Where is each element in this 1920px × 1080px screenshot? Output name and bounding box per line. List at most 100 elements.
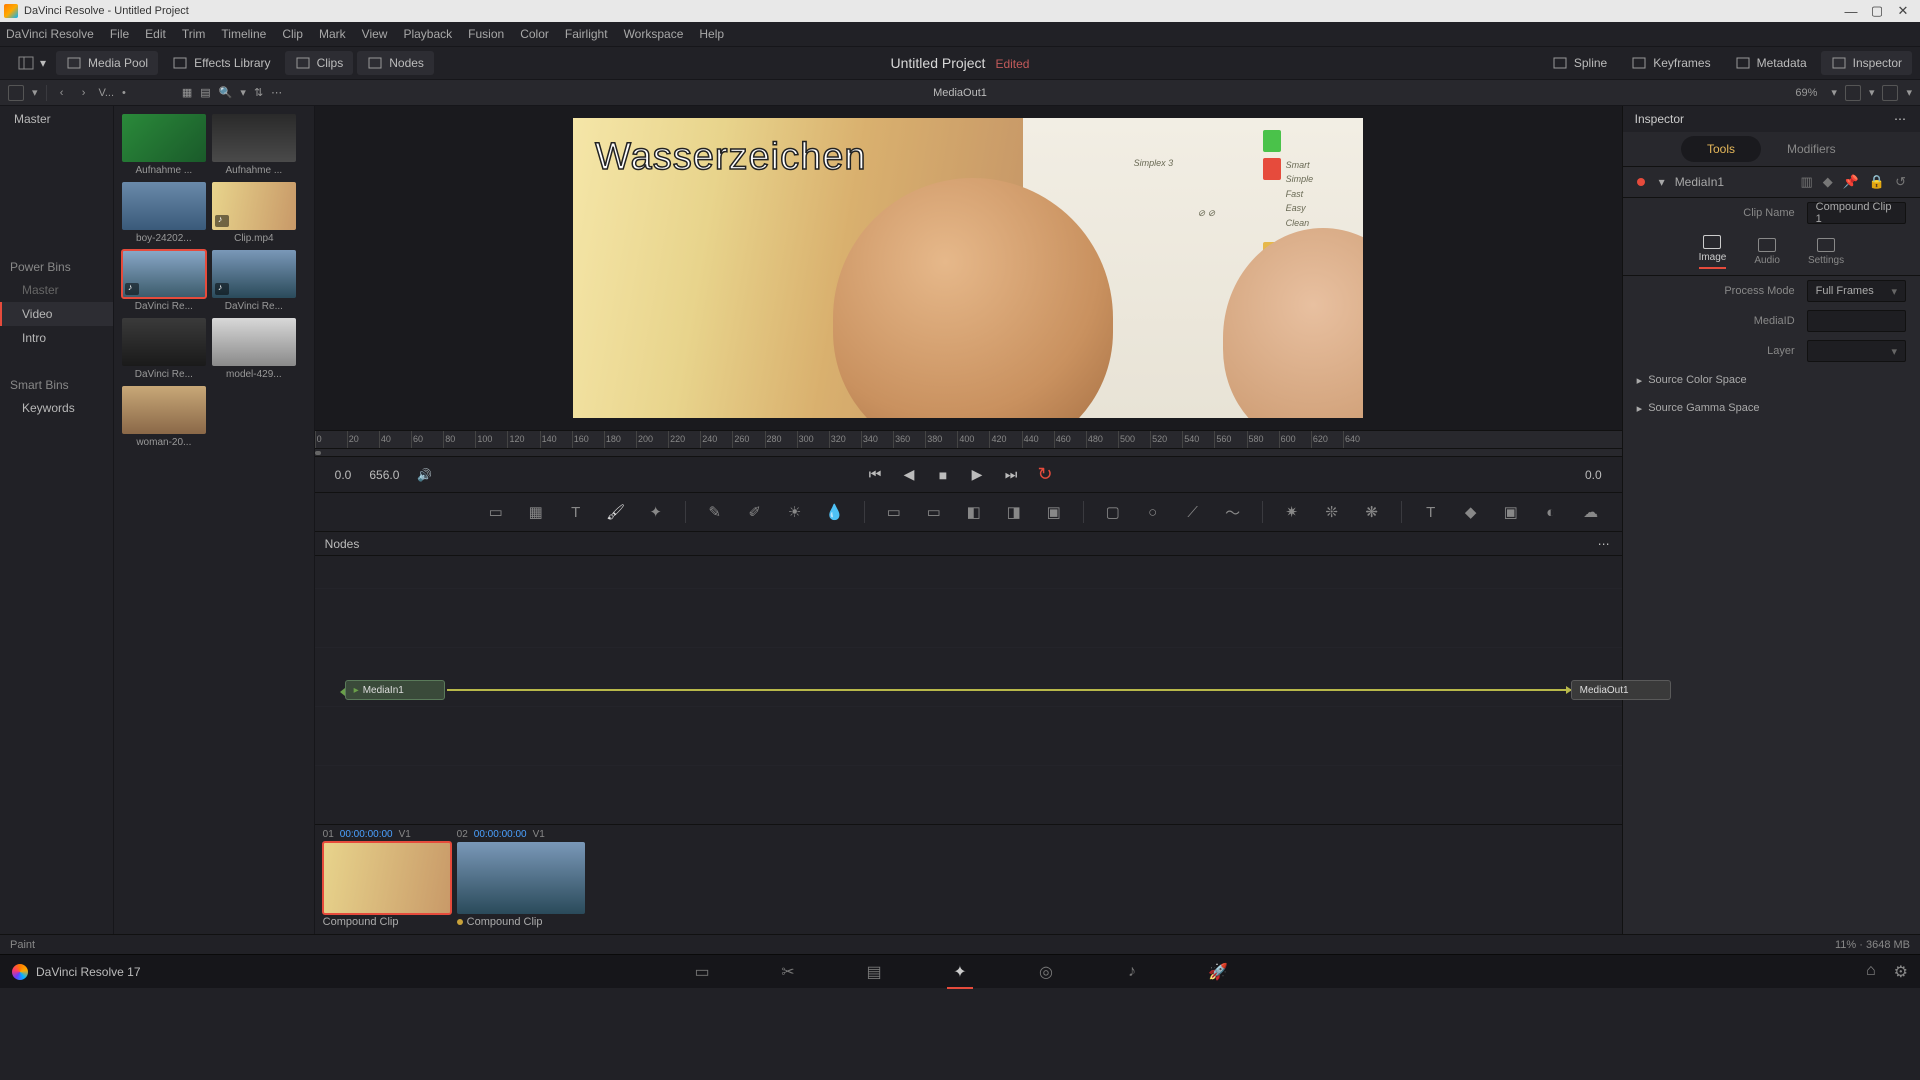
menu-help[interactable]: Help — [699, 27, 724, 41]
resize-tool-icon[interactable]: ◨ — [1003, 501, 1025, 523]
power-bin-item[interactable]: Video — [0, 302, 113, 326]
keyframe-icon[interactable]: ◆ — [1823, 174, 1833, 190]
viewer-split-icon[interactable] — [1882, 85, 1898, 101]
sort-icon[interactable]: ⇅ — [254, 86, 263, 99]
inspector-button[interactable]: Inspector — [1821, 51, 1912, 75]
crop-tool-icon[interactable]: ▣ — [1043, 501, 1065, 523]
fusion-page-icon[interactable]: ✦ — [947, 961, 973, 983]
inspector-subtab-settings[interactable]: Settings — [1808, 238, 1844, 266]
node-enable-dot[interactable] — [1637, 178, 1645, 186]
deliver-page-icon[interactable]: 🚀 — [1205, 961, 1231, 983]
color-page-icon[interactable]: ◎ — [1033, 961, 1059, 983]
play-button[interactable]: ▶ — [967, 465, 987, 485]
text-tool-icon[interactable]: T — [565, 501, 587, 523]
node-mediaout[interactable]: MediaOut1 — [1571, 680, 1671, 700]
timeline-clip[interactable]: 0200:00:00:00V1Compound Clip — [457, 829, 585, 928]
time-slider[interactable] — [315, 448, 1622, 456]
menu-davinci-resolve[interactable]: DaVinci Resolve — [6, 27, 94, 41]
media-thumb[interactable]: woman-20... — [122, 386, 206, 448]
3d-light-tool-icon[interactable]: ◐ — [1540, 501, 1562, 523]
inspector-field-process-mode[interactable]: Full Frames▾ — [1807, 280, 1906, 302]
menu-clip[interactable]: Clip — [282, 27, 303, 41]
prender-tool-icon[interactable]: ❊ — [1321, 501, 1343, 523]
nav-back-button[interactable]: ‹ — [55, 87, 69, 99]
3d-shape-tool-icon[interactable]: ◆ — [1460, 501, 1482, 523]
pin-icon[interactable]: 📌 — [1843, 174, 1859, 190]
versions-icon[interactable]: ▥ — [1800, 174, 1812, 190]
media-thumb[interactable]: model-429... — [212, 318, 296, 380]
transform-tool-icon[interactable]: ▭ — [923, 501, 945, 523]
home-icon[interactable]: ⌂ — [1866, 962, 1876, 982]
search-icon[interactable]: 🔍 — [219, 86, 233, 99]
menu-workspace[interactable]: Workspace — [624, 27, 684, 41]
clips-button[interactable]: Clips — [285, 51, 354, 75]
bspline-mask-icon[interactable]: 〜 — [1222, 501, 1244, 523]
viewer-frame[interactable]: Simplex 3 ⊘ ⊘ SmartSimpleFastEasyClean W… — [315, 106, 1622, 430]
menu-trim[interactable]: Trim — [182, 27, 206, 41]
effects-button[interactable]: Effects Library — [162, 51, 280, 75]
master-bin[interactable]: Master — [0, 106, 113, 132]
media-thumb[interactable]: DaVinci Re... — [212, 250, 296, 312]
thumb-view-icon[interactable]: ▤ — [200, 86, 210, 99]
ellipse-mask-icon[interactable]: ○ — [1142, 501, 1164, 523]
viewer-layout-icon[interactable] — [1845, 85, 1861, 101]
inspector-tab-tools[interactable]: Tools — [1681, 136, 1761, 162]
media-page-icon[interactable]: ▭ — [689, 961, 715, 983]
media-thumb[interactable]: boy-24202... — [122, 182, 206, 244]
inspector-section-source-gamma-space[interactable]: ▸Source Gamma Space — [1623, 394, 1920, 422]
particles-tool-icon[interactable]: ✷ — [1281, 501, 1303, 523]
list-view-icon[interactable]: ▦ — [182, 86, 192, 99]
media-thumb[interactable]: DaVinci Re... — [122, 318, 206, 380]
media-thumb[interactable]: Clip.mp4 — [212, 182, 296, 244]
3d-text-tool-icon[interactable]: T — [1420, 501, 1442, 523]
nodes-menu-icon[interactable]: ⋯ — [1598, 537, 1612, 551]
timeline-clip[interactable]: 0100:00:00:00V1Compound Clip — [323, 829, 451, 928]
inspector-tab-modifiers[interactable]: Modifiers — [1761, 136, 1862, 162]
goto-first-button[interactable]: ⏮ — [865, 465, 885, 485]
window-maximize-button[interactable]: ▢ — [1864, 2, 1890, 20]
channel-tool-icon[interactable]: ✐ — [744, 501, 766, 523]
cut-page-icon[interactable]: ✂ — [775, 961, 801, 983]
menu-fusion[interactable]: Fusion — [468, 27, 504, 41]
mute-icon[interactable]: 🔊 — [417, 468, 432, 482]
layout-dropdown[interactable]: ▾ — [8, 51, 56, 75]
menu-fairlight[interactable]: Fairlight — [565, 27, 608, 41]
goto-last-button[interactable]: ⏭ — [1001, 465, 1021, 485]
node-mediain[interactable]: ▸MediaIn1 — [345, 680, 445, 700]
menu-playback[interactable]: Playback — [403, 27, 452, 41]
blur-tool-icon[interactable]: 💧 — [824, 501, 846, 523]
inspector-field-mediaid[interactable] — [1807, 310, 1906, 332]
edit-page-icon[interactable]: ▤ — [861, 961, 887, 983]
paint-tool-icon[interactable]: 🖌 — [605, 501, 627, 523]
3d-render-tool-icon[interactable]: ☁ — [1580, 501, 1602, 523]
rectangle-mask-icon[interactable]: ▢ — [1102, 501, 1124, 523]
inspector-menu-icon[interactable]: ⋯ — [1894, 112, 1908, 126]
background-tool-icon[interactable]: ▭ — [485, 501, 507, 523]
menu-mark[interactable]: Mark — [319, 27, 346, 41]
inspector-section-source-color-space[interactable]: ▸Source Color Space — [1623, 366, 1920, 394]
media-thumb[interactable]: Aufnahme ... — [212, 114, 296, 176]
power-bin-item[interactable]: Intro — [0, 326, 113, 350]
menu-file[interactable]: File — [110, 27, 129, 41]
menu-view[interactable]: View — [362, 27, 388, 41]
bin-view-icon[interactable] — [8, 85, 24, 101]
smart-bin-item[interactable]: Keywords — [0, 396, 113, 420]
brightness-tool-icon[interactable]: ✎ — [704, 501, 726, 523]
menu-edit[interactable]: Edit — [145, 27, 166, 41]
fairlight-page-icon[interactable]: ♪ — [1119, 961, 1145, 983]
step-back-button[interactable]: ◀ — [899, 465, 919, 485]
keyframes-button[interactable]: Keyframes — [1621, 51, 1720, 75]
inspector-subtab-image[interactable]: Image — [1699, 235, 1727, 269]
metadata-button[interactable]: Metadata — [1725, 51, 1817, 75]
stop-button[interactable]: ■ — [933, 465, 953, 485]
time-ruler[interactable]: 0204060801001201401601802002202402602803… — [315, 430, 1622, 448]
lock-icon[interactable]: 🔒 — [1869, 174, 1885, 190]
loop-button[interactable]: ↻ — [1035, 465, 1055, 485]
inspector-field-layer[interactable]: ▾ — [1807, 340, 1906, 362]
reset-icon[interactable]: ↺ — [1895, 174, 1906, 190]
node-graph[interactable]: ▸MediaIn1 MediaOut1 — [315, 556, 1622, 824]
inspector-subtab-audio[interactable]: Audio — [1754, 238, 1780, 266]
window-minimize-button[interactable]: — — [1838, 2, 1864, 20]
merge-tool-icon[interactable]: ▭ — [883, 501, 905, 523]
node-expand-icon[interactable]: ▾ — [1659, 175, 1665, 189]
